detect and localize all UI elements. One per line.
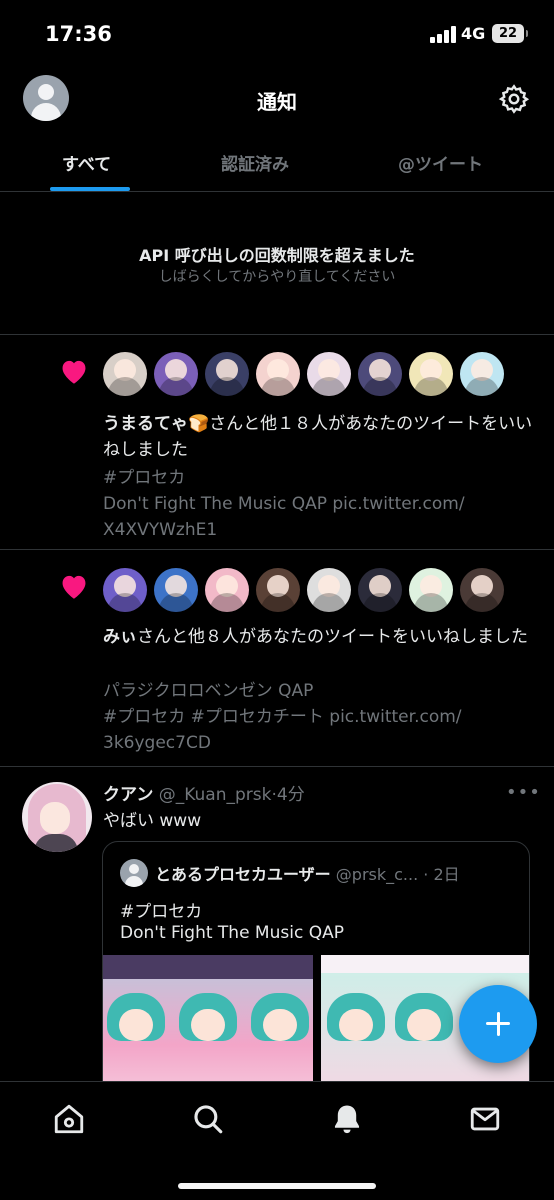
- notice-subtitle: しばらくしてからやり直してください: [158, 269, 396, 285]
- tab-indicator: [50, 187, 130, 191]
- notification-item[interactable]: みぃさんと他８人があなたのツイートをいいねしました パラジクロロベンゼン QAP…: [0, 550, 554, 767]
- network-label: 4G: [461, 24, 486, 43]
- tweet-author-name[interactable]: クアン: [103, 785, 153, 805]
- liker-name[interactable]: みぃ: [103, 627, 137, 647]
- quoted-tweet[interactable]: とあるプロセカユーザー @prsk_c... · 2日 #プロセカ Don't …: [102, 841, 530, 1103]
- avatar[interactable]: [103, 352, 147, 396]
- avatar[interactable]: [409, 352, 453, 396]
- notification-text: みぃさんと他８人があなたのツイートをいいねしました: [103, 627, 528, 647]
- liked-tweet-text: #プロセカ Don't Fight The Music QAP pic.twit…: [103, 468, 465, 540]
- quoted-author-name[interactable]: とあるプロセカユーザー: [155, 865, 331, 884]
- tab-all[interactable]: すべて: [62, 150, 111, 175]
- avatar[interactable]: [409, 568, 453, 612]
- compose-button[interactable]: [459, 985, 537, 1063]
- status-time: 17:36: [45, 22, 112, 46]
- status-bar: 17:36 4G 22: [0, 0, 554, 66]
- tweet-text: やばい www: [103, 811, 202, 831]
- liker-name[interactable]: うまるてゃ🍞: [103, 414, 209, 434]
- tweet-header: クアン @_Kuan_prsk·4分: [103, 785, 305, 805]
- quoted-hashtag[interactable]: #プロセカ: [120, 897, 202, 922]
- quoted-text: Don't Fight The Music QAP: [120, 923, 344, 943]
- avatar[interactable]: [460, 568, 504, 612]
- quoted-time: 2日: [433, 865, 460, 884]
- avatar[interactable]: [154, 568, 198, 612]
- avatar[interactable]: [256, 568, 300, 612]
- home-indicator: [178, 1183, 376, 1189]
- liked-tweet-text: パラジクロロベンゼン QAP #プロセカ #プロセカチート pic.twitte…: [103, 681, 462, 753]
- tab-bar: すべて 認証済み @ツイート: [0, 132, 554, 192]
- tweet-handle[interactable]: @_Kuan_prsk: [159, 785, 272, 805]
- more-options-icon[interactable]: •••: [506, 782, 541, 803]
- gear-icon[interactable]: [498, 83, 530, 115]
- avatar[interactable]: [256, 352, 300, 396]
- liker-avatars: [103, 568, 523, 612]
- battery-icon: 22: [492, 24, 528, 43]
- tab-mentions[interactable]: @ツイート: [398, 150, 483, 175]
- tab-verified[interactable]: 認証済み: [221, 150, 289, 175]
- heart-icon: [62, 575, 86, 599]
- home-icon[interactable]: [52, 1102, 86, 1136]
- notification-item[interactable]: うまるてゃ🍞さんと他１８人があなたのツイートをいいねしました #プロセカ Don…: [0, 335, 554, 550]
- avatar[interactable]: [307, 568, 351, 612]
- avatar[interactable]: [205, 568, 249, 612]
- search-icon[interactable]: [191, 1102, 225, 1136]
- tweet-time: 4分: [276, 785, 305, 805]
- avatar[interactable]: [358, 568, 402, 612]
- avatar[interactable]: [307, 352, 351, 396]
- heart-icon: [62, 360, 86, 384]
- notice-title: API 呼び出しの回数制限を超えました: [139, 246, 415, 265]
- avatar[interactable]: [22, 782, 92, 852]
- notification-text: うまるてゃ🍞さんと他１８人があなたのツイートをいいねしました: [103, 414, 533, 460]
- quoted-handle[interactable]: @prsk_c...: [336, 865, 418, 884]
- signal-icon: [430, 26, 456, 43]
- avatar[interactable]: [154, 352, 198, 396]
- avatar[interactable]: [120, 859, 148, 887]
- avatar[interactable]: [460, 352, 504, 396]
- avatar[interactable]: [358, 352, 402, 396]
- header: 通知: [0, 66, 554, 132]
- bell-icon[interactable]: [330, 1102, 364, 1136]
- liker-avatars: [103, 352, 523, 396]
- mail-icon[interactable]: [468, 1102, 502, 1136]
- quoted-tweet-header: とあるプロセカユーザー @prsk_c... · 2日: [155, 865, 460, 884]
- rate-limit-notice: API 呼び出しの回数制限を超えました しばらくしてからやり直してください: [0, 192, 554, 335]
- avatar[interactable]: [103, 568, 147, 612]
- avatar[interactable]: [205, 352, 249, 396]
- page-title: 通知: [257, 90, 297, 114]
